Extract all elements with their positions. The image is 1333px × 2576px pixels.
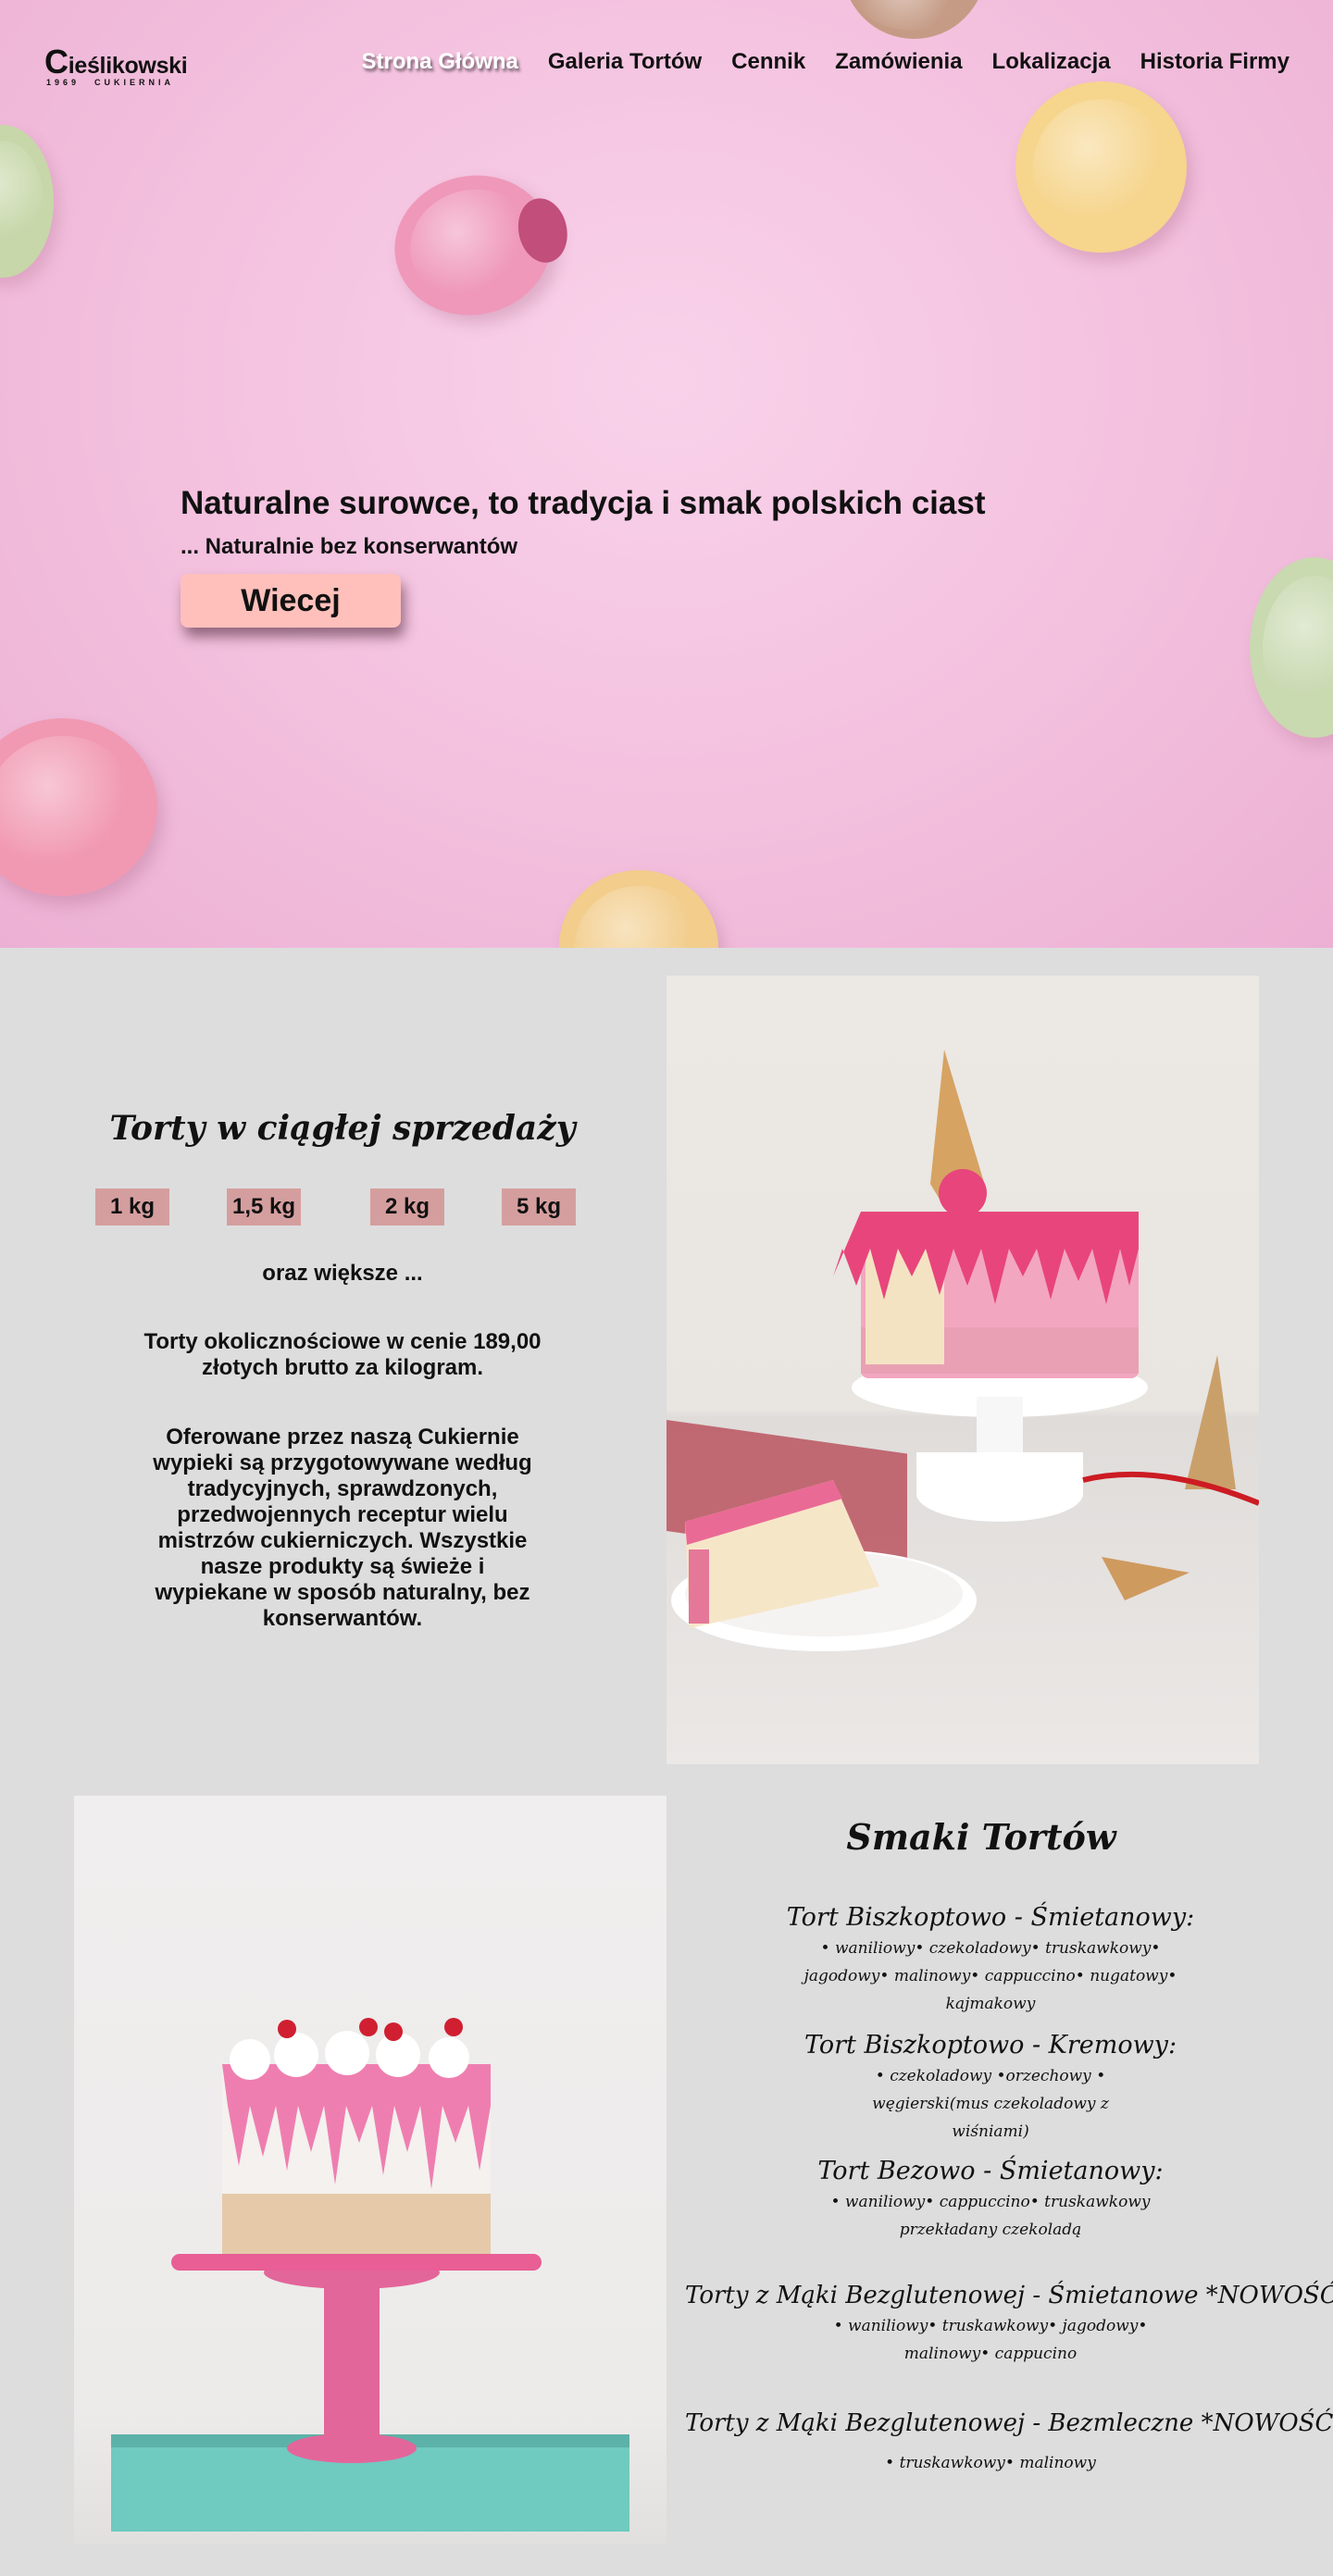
- flavor-item: Tort Biszkoptowo - Kremowy: • czekoladow…: [685, 2029, 1296, 2146]
- offer-price-text: Torty okolicznościowe w cenie 189,00 zło…: [143, 1329, 542, 1380]
- nav-item-galeria-tortow[interactable]: Galeria Tortów: [548, 49, 702, 75]
- flavor-name: Torty z Mąki Bezglutenowej - Śmietanowe …: [685, 2282, 1333, 2309]
- white-drip-cake-photo: [74, 1796, 666, 2544]
- flavor-item: Tort Biszkoptowo - Śmietanowy: • wanilio…: [685, 1901, 1296, 2018]
- nav-item-strona-glowna[interactable]: Strona Główna: [362, 49, 518, 75]
- size-badge-2kg: 2 kg: [370, 1188, 444, 1226]
- logo-tagline: 1969 CUKIERNIA: [44, 78, 193, 87]
- nav-item-historia-firmy[interactable]: Historia Firmy: [1140, 49, 1289, 75]
- flavor-name: Tort Biszkoptowo - Kremowy:: [804, 2031, 1177, 2060]
- flavor-name: Torty z Mąki Bezglutenowej - Bezmleczne …: [685, 2409, 1333, 2437]
- macaron-green-image: [0, 125, 54, 278]
- flavor-list: • waniliowy• truskawkowy• jagodowy• mali…: [833, 2317, 1148, 2363]
- macaron-yellow-image: [559, 870, 718, 948]
- flavors-title: Smaki Tortów: [846, 1816, 1116, 1858]
- logo[interactable]: Cieślikowski 1969 CUKIERNIA: [44, 43, 193, 98]
- flavor-list: • czekoladowy •orzechowy • węgierski(mus…: [872, 2067, 1109, 2141]
- main-nav: Strona Główna Galeria Tortów Cennik Zamó…: [332, 49, 1289, 75]
- pink-drip-cake-photo: [666, 976, 1259, 1764]
- hero-subtitle: ... Naturalnie bez konserwantów: [181, 534, 518, 559]
- hero-section: Cieślikowski 1969 CUKIERNIA Strona Główn…: [0, 0, 1333, 948]
- logo-year: 1969: [46, 78, 81, 87]
- flavor-list: • waniliowy• czekoladowy• truskawkowy• j…: [804, 1939, 1177, 2013]
- offer-more-text: oraz większe ...: [262, 1261, 423, 1286]
- macaron-yellow-image: [1015, 81, 1187, 253]
- logo-subtitle: CUKIERNIA: [94, 78, 175, 87]
- flavor-list: • waniliowy• cappuccino• truskawkowy prz…: [830, 2193, 1151, 2239]
- more-button[interactable]: Wiecej: [181, 574, 401, 628]
- flavor-name: Tort Bezowo - Śmietanowy:: [817, 2157, 1164, 2185]
- flavor-item: Tort Bezowo - Śmietanowy: • waniliowy• c…: [685, 2155, 1296, 2244]
- size-badge-1kg: 1 kg: [95, 1188, 169, 1226]
- macaron-green-image: [1250, 557, 1333, 738]
- nav-item-zamowienia[interactable]: Zamówienia: [835, 49, 962, 75]
- nav-item-cennik[interactable]: Cennik: [731, 49, 805, 75]
- offer-title: Torty w ciągłej sprzedaży: [109, 1109, 576, 1148]
- flavor-item: Torty z Mąki Bezglutenowej - Śmietanowe …: [685, 2279, 1333, 2368]
- flavor-name: Tort Biszkoptowo - Śmietanowy:: [786, 1903, 1195, 1932]
- size-badge-5kg: 5 kg: [502, 1188, 576, 1226]
- flavor-list: • truskawkowy• malinowy: [885, 2454, 1096, 2472]
- nav-item-lokalizacja[interactable]: Lokalizacja: [992, 49, 1111, 75]
- hero-title: Naturalne surowce, to tradycja i smak po…: [181, 485, 986, 521]
- macaron-pink-image: [0, 718, 157, 896]
- macaron-brown-image: [842, 0, 986, 39]
- size-badge-1-5kg: 1,5 kg: [227, 1188, 301, 1226]
- logo-name: Cieślikowski: [44, 43, 188, 81]
- flavor-item: Torty z Mąki Bezglutenowej - Bezmleczne …: [685, 2407, 1333, 2477]
- offer-description: Oferowane przez naszą Cukiernie wypieki …: [153, 1425, 532, 1631]
- macaron-bitten-pink-image: [381, 160, 574, 330]
